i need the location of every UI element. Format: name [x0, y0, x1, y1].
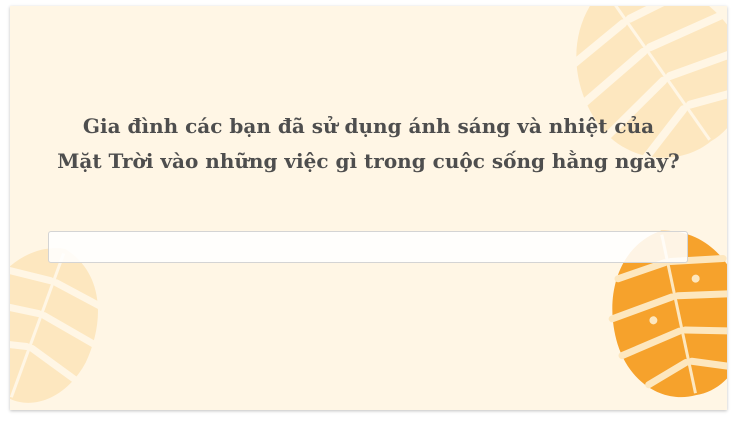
monstera-leaves-decoration: [10, 6, 727, 403]
question-slide: Gia đình các bạn đã sử dụng ánh sáng và …: [10, 6, 727, 410]
answer-input[interactable]: [48, 231, 688, 263]
question-text: Gia đình các bạn đã sử dụng ánh sáng và …: [10, 109, 727, 179]
question-line-1: Gia đình các bạn đã sử dụng ánh sáng và …: [82, 114, 655, 138]
question-line-2: Mặt Trời vào những việc gì trong cuộc số…: [57, 149, 680, 173]
